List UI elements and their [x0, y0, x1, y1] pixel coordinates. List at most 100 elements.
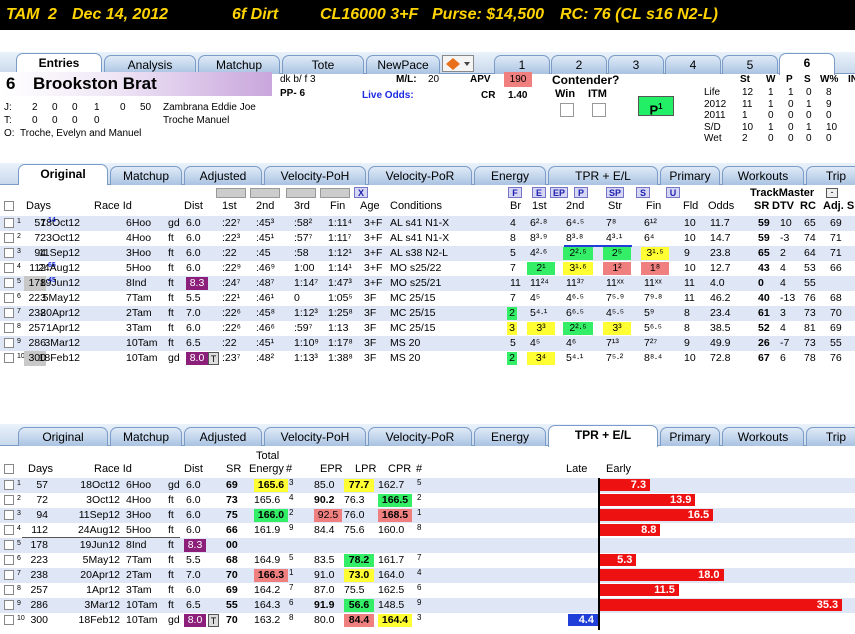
tab-matchup-sub[interactable]: Matchup [110, 166, 182, 185]
row-checkbox[interactable] [4, 570, 14, 580]
tab-original-2[interactable]: Original [18, 427, 108, 446]
collapse-button[interactable]: - [826, 188, 838, 198]
cell-c2: 4⁶ [566, 337, 577, 349]
row-checkbox[interactable] [4, 353, 14, 363]
cell-adj: 71 [830, 232, 842, 244]
table-row[interactable]: 2 72 3Oct12 4Hoo ft 6.0 73 165.6 4 90.2 76.3 166.5 2… [0, 493, 855, 508]
tab-adjusted-2[interactable]: Adjusted [184, 427, 262, 446]
table-row[interactable]: 5 178 45 19Jun12 8Ind ft 8.3:24⁷:48⁷ 1:14⁷ 1:47³… [0, 276, 855, 291]
cell-odds: 14.7 [710, 232, 731, 244]
table-row[interactable]: 7 238 20Apr12 2Tam ft 7.0 70 166.3 1 91.0 73.0 164.… [0, 568, 855, 583]
select-all-checkbox-2[interactable] [4, 464, 14, 474]
pace-ep-button[interactable]: EP [550, 187, 568, 198]
cell-cond: MS 20 [390, 352, 421, 364]
row-checkbox[interactable] [4, 555, 14, 565]
row-checkbox[interactable] [4, 540, 14, 550]
table-row[interactable]: 6 223 5May12 7Tam ft 5.5 68 164.9 5 83.5 78.2 161.7… [0, 553, 855, 568]
sort-button[interactable] [216, 188, 246, 198]
sort-button[interactable] [320, 188, 350, 198]
row-checkbox[interactable] [4, 615, 14, 625]
row-checkbox[interactable] [4, 308, 14, 318]
table-row[interactable]: 8 257 1Apr12 3Tam ft 6.0:22⁶:46⁶:59⁷ 1:13 3F MC … [0, 321, 855, 336]
row-checkbox[interactable] [4, 495, 14, 505]
tab-velocity-poh[interactable]: Velocity-PoH [264, 166, 366, 185]
cell-br: 7 [510, 262, 516, 274]
tab-workouts-2[interactable]: Workouts [722, 427, 804, 446]
table-row[interactable]: 2 72 3Oct12 4Hoo ft 6.0:22³:45¹:57⁷ 1:11⁷ 3+F AL… [0, 231, 855, 246]
row-checkbox[interactable] [4, 248, 14, 258]
pace-sp-button[interactable]: SP [606, 187, 624, 198]
tab-energy[interactable]: Energy [474, 166, 546, 185]
race-tab-2[interactable]: 2 [551, 55, 607, 74]
row-checkbox[interactable] [4, 323, 14, 333]
table-row[interactable]: 1 57 14 18Oct12 6Hoo gd 6.0:22⁷:45³:58² 1:11⁴ 3+… [0, 216, 855, 231]
table-row[interactable]: 9 286 3Mar12 10Tam ft 6.5:22:45¹ 1:10⁹ 1:17⁸ 3F M… [0, 336, 855, 351]
pace-s-button[interactable]: S [636, 187, 650, 198]
table-row[interactable]: 7 2 3 8 20Apr12 2Tam ft 7.0:22⁶:45⁸ 1:12³ 1:25⁸ 3F… [0, 306, 855, 321]
sort-button[interactable] [250, 188, 280, 198]
select-all-checkbox[interactable] [4, 201, 14, 211]
tab-primary-2[interactable]: Primary [660, 427, 720, 446]
row-checkbox[interactable] [4, 510, 14, 520]
table-row[interactable]: 5 178 19Jun12 8Ind ft 8.3 00 [0, 538, 855, 553]
table-row[interactable]: 4 112 65 24Aug12 5Hoo ft 6.0:22⁹:46⁹ 1:00 1:14¹ 3… [0, 261, 855, 276]
table-row[interactable]: 3 94 11Sep12 3Hoo ft 6.0 75 166.0 2 92.5 76.0 168.5… [0, 508, 855, 523]
table-row[interactable]: 1 57 18Oct12 6Hoo gd 6.0 69 165.6 3 85.0 77.7 162.7… [0, 478, 855, 493]
row-checkbox[interactable] [4, 338, 14, 348]
tote-dropdown-button[interactable] [442, 55, 474, 72]
table-row[interactable]: 6 223 5May12 7Tam ft 5.5:22¹:46¹ 0 1:05⁵ 3F MC 25… [0, 291, 855, 306]
tab-primary[interactable]: Primary [660, 166, 720, 185]
row-checkbox[interactable] [4, 293, 14, 303]
table-row[interactable]: 4 112 24Aug12 5Hoo ft 6.0 66 161.9 9 84.4 75.6 160.… [0, 523, 855, 538]
table-row[interactable]: 10 300 18Feb12 10Tam gd 8.0:23⁷:48² 1:13³ 1:38⁸… [0, 351, 855, 366]
row-number: 9 [17, 600, 21, 607]
row-checkbox[interactable] [4, 218, 14, 228]
cell-dtv: 6 [780, 352, 786, 364]
cell-str: 4³·¹ [606, 232, 623, 244]
tab-tote[interactable]: Tote [282, 55, 364, 74]
tab-tpr-el[interactable]: TPR + E/L [548, 166, 658, 185]
row-checkbox[interactable] [4, 278, 14, 288]
row-checkbox[interactable] [4, 600, 14, 610]
win-checkbox[interactable] [560, 103, 574, 117]
row-checkbox[interactable] [4, 233, 14, 243]
tab-velocity-por[interactable]: Velocity-PoR [368, 166, 472, 185]
cell-c1: 4⁵ [530, 337, 541, 349]
tab-workouts[interactable]: Workouts [722, 166, 804, 185]
tab-original[interactable]: Original [18, 164, 108, 186]
tab-adjusted[interactable]: Adjusted [184, 166, 262, 185]
row-checkbox[interactable] [4, 263, 14, 273]
tab-velocity-poh-2[interactable]: Velocity-PoH [264, 427, 366, 446]
cell-date: 11Sep12 [78, 509, 120, 521]
row-checkbox[interactable] [4, 480, 14, 490]
row-checkbox[interactable] [4, 525, 14, 535]
pace-e-button[interactable]: E [532, 187, 546, 198]
table-row[interactable]: 8 257 1Apr12 3Tam ft 6.0 69 164.2 7 87.0 75.5 162.5… [0, 583, 855, 598]
tab-energy-2[interactable]: Energy [474, 427, 546, 446]
tab-trip-2[interactable]: Trip [806, 427, 855, 446]
x-button[interactable]: X [354, 187, 368, 198]
cell-q3: :58 [294, 247, 309, 259]
pace-p-button[interactable]: P [574, 187, 588, 198]
row-number: 2 [17, 233, 21, 240]
p1-button[interactable]: P1 [638, 96, 674, 117]
tab-tpr-el-2[interactable]: TPR + E/L [548, 425, 658, 447]
tab-trip[interactable]: Trip [806, 166, 855, 185]
pace-f-button[interactable]: F [508, 187, 522, 198]
table-row[interactable]: 3 94 11Sep12 3Hoo ft 6.0:22:45:58 1:12¹ 3+F AL s… [0, 246, 855, 261]
tab-newpace[interactable]: NewPace [366, 55, 440, 74]
tab-velocity-por-2[interactable]: Velocity-PoR [368, 427, 472, 446]
tab-matchup-2[interactable]: Matchup [110, 427, 182, 446]
itm-checkbox[interactable] [592, 103, 606, 117]
race-tab-3[interactable]: 3 [608, 55, 664, 74]
pace-u-button[interactable]: U [666, 187, 680, 198]
cell-dist: 6.0 [186, 479, 201, 491]
contender-label: Contender? [552, 73, 620, 87]
table-row[interactable]: 9 286 3Mar12 10Tam ft 6.5 55 164.3 6 91.9 56.6 148.… [0, 598, 855, 613]
cell-date: 20Apr12 [40, 307, 80, 319]
cell-sf: ft [168, 524, 174, 536]
sort-button[interactable] [286, 188, 316, 198]
row-checkbox[interactable] [4, 585, 14, 595]
table-row[interactable]: 10 300 18Feb12 10Tam gd 8.0 T 70 163.2 8 80.0 84.4 1… [0, 613, 855, 628]
table2-header: Total Days Race Id Dist SR Energy # EPR … [0, 447, 855, 477]
